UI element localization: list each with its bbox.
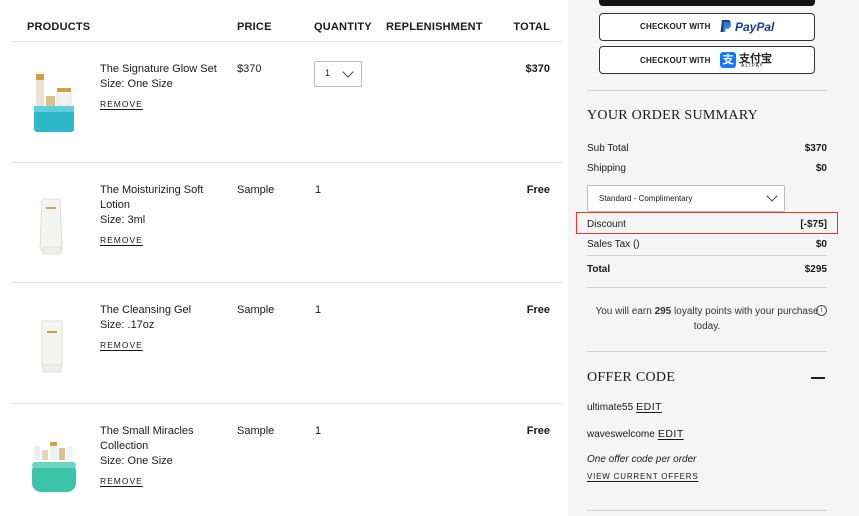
info-icon[interactable]: i: [816, 305, 827, 316]
alipay-logo-en: ALIPAY: [741, 63, 764, 69]
offer-code-title: OFFER CODE: [587, 370, 676, 385]
alipay-checkout-button[interactable]: CHECKOUT WITH 支 支付宝 ALIPAY: [599, 46, 815, 74]
product-image: [39, 198, 63, 255]
quantity-value: 1: [325, 68, 331, 78]
remove-button[interactable]: REMOVE: [100, 474, 143, 489]
loyalty-post: loyalty points with your purchase today.: [674, 306, 819, 332]
chevron-down-icon: [766, 190, 778, 202]
loyalty-pre: You will earn: [595, 306, 652, 317]
product-total: $370: [525, 63, 550, 75]
offer-code-value: ultimate55: [587, 402, 634, 413]
header-price: PRICE: [237, 21, 272, 33]
product-price: $370: [237, 63, 262, 75]
product-size: Size: .17oz: [100, 319, 155, 331]
total-label: Total: [587, 264, 611, 275]
cart-row: The Signature Glow Set Size: One Size RE…: [0, 42, 568, 162]
product-name: The Signature Glow Set: [100, 63, 217, 75]
header-quantity: QUANTITY: [314, 21, 372, 33]
discount-label: Discount: [587, 219, 626, 230]
loyalty-points: 295: [654, 306, 672, 317]
shipping-method-select[interactable]: Standard - Complimentary: [587, 185, 785, 212]
order-summary-panel: CHECKOUT WITH PayPal CHECKOUT WITH 支 支付宝…: [568, 0, 859, 516]
header-products: PRODUCTS: [27, 21, 91, 33]
product-quantity: 1: [315, 304, 322, 316]
header-replenishment: REPLENISHMENT: [386, 21, 483, 33]
paypal-icon: [720, 20, 732, 32]
sales-tax-line: Sales Tax () $0: [587, 239, 827, 250]
product-name: The Moisturizing Soft Lotion: [100, 184, 204, 211]
shipping-label: Shipping: [587, 163, 626, 174]
product-quantity: 1: [315, 425, 322, 437]
view-current-offers-link[interactable]: VIEW CURRENT OFFERS: [587, 472, 699, 481]
cart-panel: PRODUCTS PRICE QUANTITY REPLENISHMENT TO…: [0, 0, 568, 516]
alipay-checkout-label: CHECKOUT WITH: [640, 56, 711, 65]
edit-offer-button[interactable]: EDIT: [658, 428, 684, 440]
product-price: Sample: [237, 425, 275, 437]
sales-tax-label: Sales Tax (): [587, 239, 640, 250]
product-size: Size: One Size: [100, 455, 173, 467]
offer-code-value: waveswelcome: [587, 429, 655, 440]
product-name: The Cleansing Gel: [100, 304, 192, 316]
discount-value: [-$75]: [800, 219, 827, 230]
alipay-icon: 支: [720, 52, 736, 68]
cart-row: The Cleansing Gel Size: .17oz REMOVE Sam…: [0, 283, 568, 403]
loyalty-message: You will earn 295 loyalty points with yo…: [587, 304, 827, 334]
offer-note: One offer code per order: [587, 454, 697, 465]
product-total: Free: [526, 184, 550, 196]
subtotal-value: $370: [804, 143, 827, 154]
paypal-checkout-label: CHECKOUT WITH: [640, 22, 711, 31]
remove-button[interactable]: REMOVE: [100, 97, 143, 112]
product-size: Size: 3ml: [100, 214, 146, 226]
product-quantity: 1: [315, 184, 322, 196]
offer-code-row: ultimate55 EDIT: [587, 401, 662, 413]
paypal-logo: PayPal: [735, 20, 775, 34]
quantity-select[interactable]: 1: [314, 61, 362, 87]
product-image: [32, 442, 76, 492]
cart-row: The Small Miracles Collection Size: One …: [0, 404, 568, 516]
collapse-icon[interactable]: [811, 377, 825, 379]
discount-line: Discount [-$75]: [587, 219, 827, 230]
cart-row: The Moisturizing Soft Lotion Size: 3ml R…: [0, 163, 568, 283]
product-price: Sample: [237, 184, 275, 196]
edit-offer-button[interactable]: EDIT: [636, 401, 662, 413]
product-name: The Small Miracles Collection: [100, 425, 194, 452]
product-size: Size: One Size: [100, 78, 173, 90]
divider: [587, 255, 827, 256]
product-total: Free: [526, 425, 550, 437]
product-price: Sample: [237, 304, 275, 316]
subtotal-label: Sub Total: [587, 143, 629, 154]
total-line: Total $295: [587, 264, 827, 275]
chevron-down-icon: [342, 66, 354, 78]
paypal-checkout-button[interactable]: CHECKOUT WITH PayPal: [599, 13, 815, 41]
shipping-line: Shipping $0: [587, 163, 827, 174]
remove-button[interactable]: REMOVE: [100, 233, 143, 248]
checkout-button[interactable]: [599, 0, 815, 6]
divider: [587, 351, 827, 352]
subtotal-line: Sub Total $370: [587, 143, 827, 154]
sales-tax-value: $0: [815, 239, 827, 250]
product-image: [34, 74, 74, 132]
product-total: Free: [526, 304, 550, 316]
divider: [587, 510, 827, 511]
divider: [587, 287, 827, 288]
product-image: [41, 320, 63, 373]
total-value: $295: [804, 264, 827, 275]
divider: [587, 90, 827, 91]
remove-button[interactable]: REMOVE: [100, 338, 143, 353]
shipping-value: $0: [815, 163, 827, 174]
order-summary-title: YOUR ORDER SUMMARY: [587, 108, 759, 123]
header-total: TOTAL: [513, 21, 550, 33]
offer-code-row: waveswelcome EDIT: [587, 428, 684, 440]
shipping-method-value: Standard - Complimentary: [599, 194, 693, 203]
